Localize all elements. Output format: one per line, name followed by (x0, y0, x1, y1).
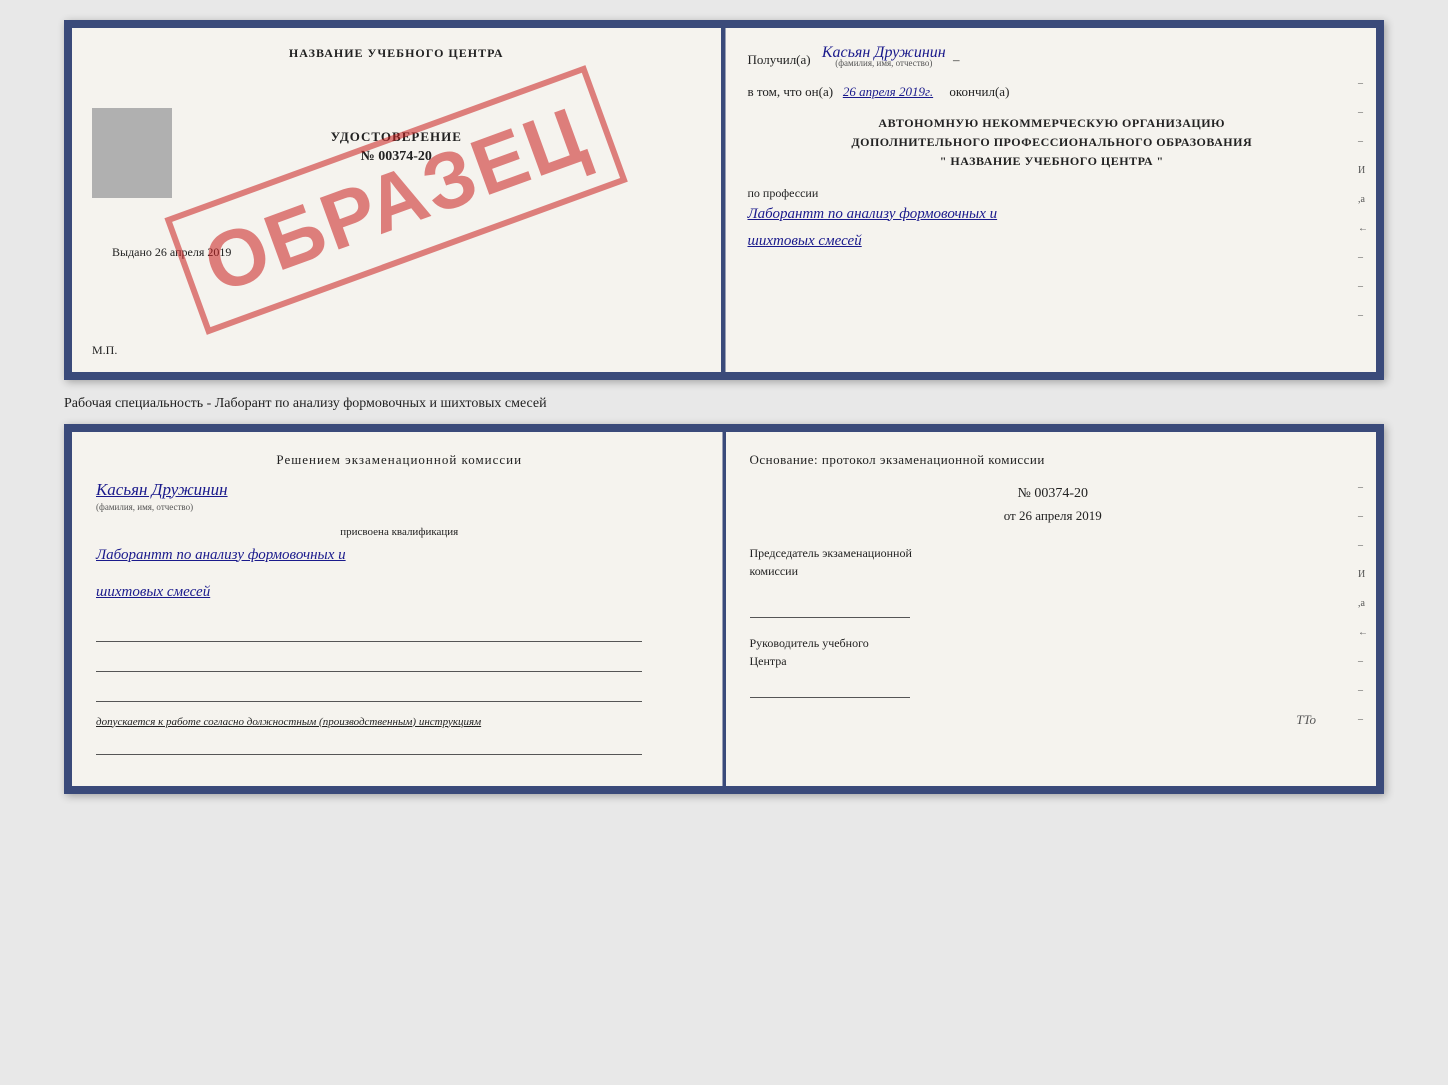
cert-left-page: НАЗВАНИЕ УЧЕБНОГО ЦЕНТРА УДОСТОВЕРЕНИЕ №… (72, 28, 724, 372)
rukovoditel-sig-line (750, 680, 910, 698)
bottom-right-side-marks: – – – И ,а ← – – – (1358, 482, 1368, 725)
bottom-left-page: Решением экзаменационной комиссии Касьян… (72, 432, 726, 786)
vtom-line: в том, что он(а) 26 апреля 2019г. окончи… (748, 84, 1357, 100)
udost-number: № 00374-20 (361, 149, 432, 165)
poluchil-line: Получил(а) Касьян Дружинин (фамилия, имя… (748, 44, 1357, 68)
predsedatel-sig-line (750, 600, 910, 618)
kval-line1: Лаборантт по анализу формовочных и (96, 542, 703, 569)
bottom-right-page: Основание: протокол экзаменационной коми… (726, 432, 1377, 786)
dopusk-sig-line (96, 737, 642, 755)
mp-label: М.П. (92, 343, 117, 358)
bottom-certificate-book: Решением экзаменационной комиссии Касьян… (64, 424, 1384, 794)
vydano-line: Выдано 26 апреля 2019 (112, 245, 231, 260)
top-certificate-book: НАЗВАНИЕ УЧЕБНОГО ЦЕНТРА УДОСТОВЕРЕНИЕ №… (64, 20, 1384, 380)
po-professii-label: по профессии (748, 186, 1357, 201)
osnovaniye-text: Основание: протокол экзаменационной коми… (750, 450, 1357, 470)
rukovoditel-text: Руководитель учебного Центра (750, 634, 1357, 670)
professiya-line2: шихтовых смесей (748, 228, 1357, 255)
sig-line-2 (96, 654, 642, 672)
familiya-subtitle: (фамилия, имя, отчество) (96, 502, 193, 512)
predsedatel-text: Председатель экзаменационной комиссии (750, 544, 1357, 580)
kasyan-name: Касьян Дружинин (96, 480, 228, 500)
photo-placeholder (92, 108, 172, 198)
specialty-text: Рабочая специальность - Лаборант по анал… (64, 396, 547, 412)
kval-line2: шихтовых смесей (96, 579, 703, 606)
document-wrapper: НАЗВАНИЕ УЧЕБНОГО ЦЕНТРА УДОСТОВЕРЕНИЕ №… (64, 20, 1384, 794)
right-side-marks: – – – И ,а ← – – – (1358, 78, 1368, 321)
udost-label: УДОСТОВЕРЕНИЕ (331, 129, 462, 145)
prisvoena-label: присвоена квалификация (96, 526, 703, 538)
protocol-number: № 00374-20 (750, 486, 1357, 502)
dopuskaetsya-text: допускается к работе согласно должностны… (96, 714, 703, 732)
sig-line-1 (96, 624, 642, 642)
obrazec-stamp: ОБРАЗЕЦ (165, 65, 628, 335)
resheniem-text: Решением экзаменационной комиссии (96, 450, 703, 470)
bottom-lines (96, 624, 703, 702)
cert-right-page: Получил(а) Касьян Дружинин (фамилия, имя… (724, 28, 1377, 372)
kasyan-name-container: Касьян Дружинин (фамилия, имя, отчество) (96, 480, 703, 522)
vtom-date: 26 апреля 2019г. (843, 84, 933, 99)
cert-title: НАЗВАНИЕ УЧЕБНОГО ЦЕНТРА (289, 46, 504, 61)
poluchil-subtitle: (фамилия, имя, отчество) (835, 58, 932, 68)
sig-line-3 (96, 684, 642, 702)
ot-date-text: от 26 апреля 2019 (750, 508, 1357, 524)
tto-mark: TTo (1296, 712, 1316, 728)
professiya-line1: Лаборантт по анализу формовочных и (748, 201, 1357, 228)
avtonom-block: АВТОНОМНУЮ НЕКОММЕРЧЕСКУЮ ОРГАНИЗАЦИЮ ДО… (748, 114, 1357, 172)
